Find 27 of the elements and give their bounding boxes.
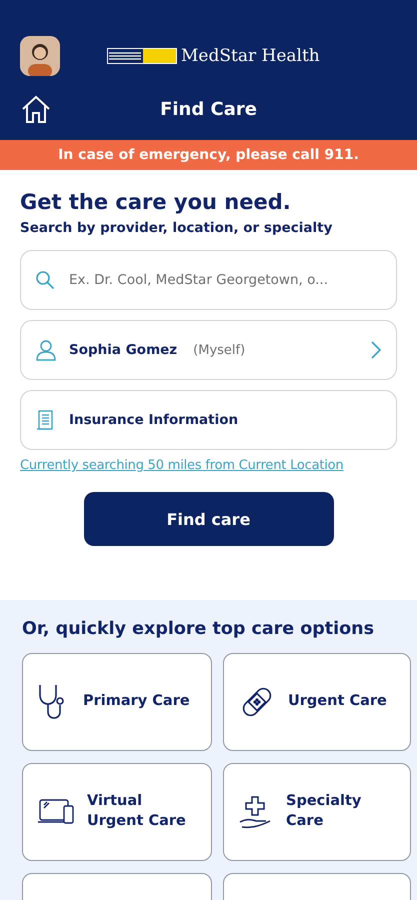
patient-relation: (Myself)	[193, 342, 246, 358]
search-icon	[34, 269, 56, 291]
logo-text: MedStar Health	[181, 46, 320, 66]
person-icon	[35, 339, 57, 361]
care-option-card[interactable]: Primary Care	[22, 653, 212, 751]
avatar[interactable]	[20, 36, 60, 76]
subheading: Search by provider, location, or specialty	[20, 220, 334, 236]
card-label: Specialty Care	[286, 792, 362, 831]
heading: Get the care you need.	[20, 190, 292, 214]
patient-name: Sophia Gomez	[69, 342, 178, 358]
page-title: Find Care	[160, 98, 257, 120]
patient-selector[interactable]: Sophia Gomez (Myself)	[20, 320, 397, 380]
chevron-right-icon	[370, 340, 382, 360]
emergency-notice: In case of emergency, please call 911.	[58, 147, 359, 163]
care-option-card[interactable]: Virtual Urgent Care	[22, 763, 212, 861]
find-care-button[interactable]: Find care	[84, 492, 334, 546]
care-option-card[interactable]: Specialty Care	[223, 763, 411, 861]
card-label: Virtual Urgent Care	[87, 792, 187, 831]
home-icon[interactable]	[20, 94, 52, 124]
search-field[interactable]: Ex. Dr. Cool, MedStar Georgetown, o...	[20, 250, 397, 310]
insurance-label: Insurance Information	[69, 412, 238, 428]
insurance-row[interactable]: Insurance Information	[20, 390, 397, 450]
care-option-card[interactable]: Urgent Care	[223, 653, 411, 751]
card-label: Primary Care	[83, 692, 190, 712]
section-heading: Or, quickly explore top care options	[22, 619, 376, 639]
logo-icon	[107, 48, 177, 64]
card-label: Urgent Care	[288, 692, 387, 712]
